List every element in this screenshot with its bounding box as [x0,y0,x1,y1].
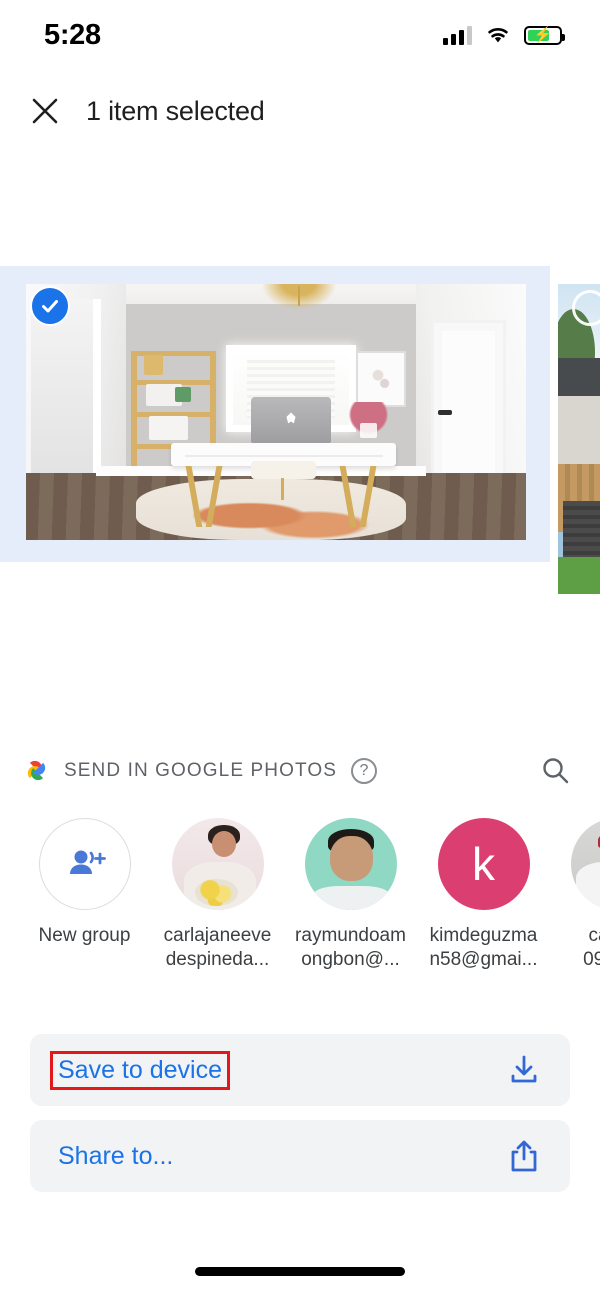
contact-label: kimdeguzma n58@gmai... [429,925,538,971]
photo-item-selected[interactable] [0,266,550,562]
contact-list[interactable]: New group carlajaneeve despineda... raym… [0,818,600,988]
download-icon[interactable] [506,1052,542,1088]
save-to-device-button[interactable]: Save to device [30,1034,570,1106]
contact-raymundoam[interactable]: raymundoam ongbon@... [284,818,417,988]
status-icons: ⚡ [443,25,565,45]
home-indicator [195,1267,405,1276]
search-icon[interactable] [538,754,572,788]
person-add-icon[interactable] [38,818,131,910]
share-sheet-title: SEND IN GOOGLE PHOTOS [64,760,337,781]
contact-label: carlajaneeve despineda... [163,925,272,971]
avatar[interactable] [570,818,600,910]
status-time: 5:28 [44,18,101,51]
check-circle-icon[interactable] [30,286,70,326]
google-photos-logo [20,754,54,788]
unchecked-circle-icon[interactable] [572,290,600,326]
page-title: 1 item selected [86,95,265,126]
battery-charging-icon: ⚡ [524,25,565,45]
photo-strip [0,266,600,614]
phone-screen: 5:28 ⚡ 1 item selected SEND IN GOOGLE PH… [0,0,600,1298]
status-bar: 5:28 ⚡ [0,0,600,70]
share-to-button[interactable]: Share to... [30,1120,570,1192]
help-circle-icon[interactable]: ? [350,758,377,784]
send-in-google-photos-row: SEND IN GOOGLE PHOTOS ? [0,748,600,794]
save-to-device-label: Save to device [50,1050,230,1090]
photo-item-next[interactable] [558,266,600,594]
contact-caguia[interactable]: caguia 09@g... [550,818,600,988]
action-list: Save to device Share to... [0,1034,600,1206]
contact-label: New group [38,925,131,946]
contact-carlajaneeve[interactable]: carlajaneeve despineda... [151,818,284,988]
contact-label: caguia 09@g... [583,925,600,971]
avatar[interactable] [171,818,264,910]
wifi-icon [488,27,508,42]
avatar-initial[interactable]: k [437,818,530,910]
share-icon[interactable] [506,1138,542,1174]
avatar[interactable] [304,818,397,910]
contact-label: raymundoam ongbon@... [295,925,406,971]
home-office-interior-thumbnail[interactable] [26,284,526,540]
selection-header: 1 item selected [0,80,600,142]
contact-new-group[interactable]: New group [18,818,151,988]
close-icon[interactable] [28,94,62,128]
share-to-label: Share to... [58,1141,174,1170]
cellular-signal-icon [443,25,472,45]
house-exterior-thumbnail[interactable] [558,284,600,594]
contact-kimdeguzman[interactable]: k kimdeguzma n58@gmai... [417,818,550,988]
